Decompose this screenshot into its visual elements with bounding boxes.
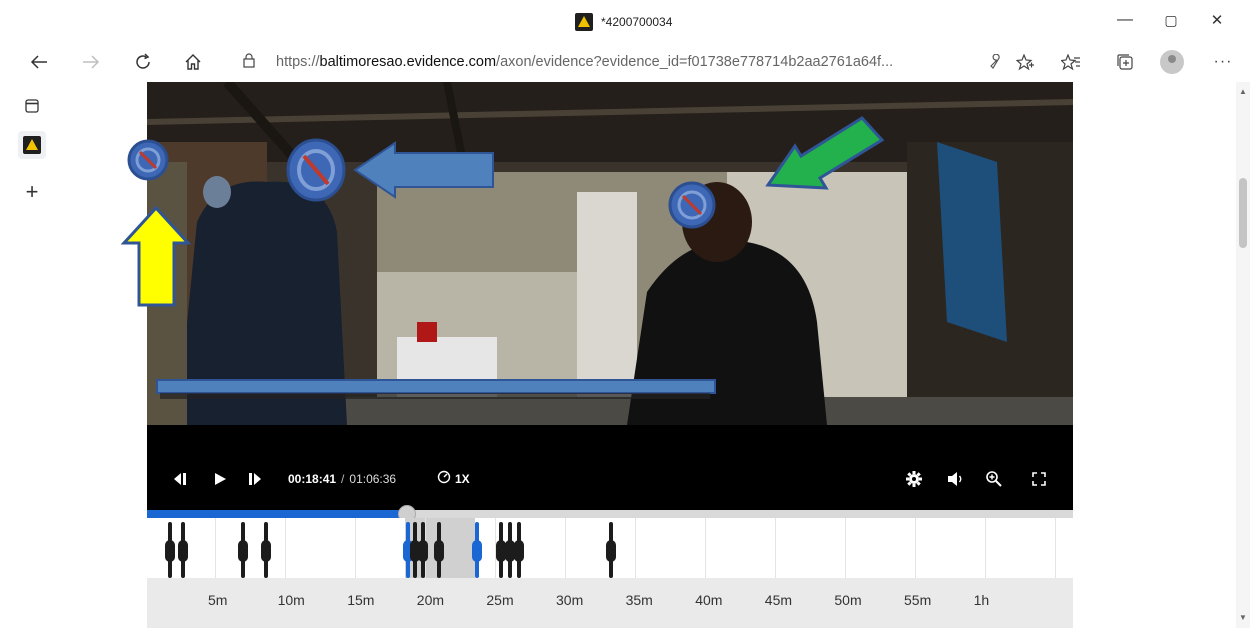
timeline-marker[interactable] xyxy=(505,522,515,578)
grid-line xyxy=(635,518,636,578)
tab-actions-icon[interactable] xyxy=(18,92,46,120)
grid-line xyxy=(985,518,986,578)
tick-label: 40m xyxy=(695,592,723,608)
volume-icon[interactable] xyxy=(947,468,965,490)
progress-bar[interactable] xyxy=(147,505,1073,523)
timeline-marker[interactable] xyxy=(165,522,175,578)
close-button[interactable]: ✕ xyxy=(1202,8,1232,32)
time-total: 01:06:36 xyxy=(349,472,397,486)
video-letterbox xyxy=(147,425,1073,450)
scroll-up-icon[interactable]: ▲ xyxy=(1239,88,1247,96)
previous-frame-icon[interactable] xyxy=(171,468,187,490)
time-current: 00:18:41 xyxy=(288,472,337,486)
timeline-markers[interactable] xyxy=(147,518,1073,578)
progress-fill xyxy=(147,510,408,518)
browser-window: *4200700034 — ▢ ✕ https://baltimoresao.e… xyxy=(0,0,1250,628)
page-info-icon[interactable] xyxy=(242,53,262,71)
url-bar[interactable]: https://baltimoresao.evidence.com/axon/e… xyxy=(232,47,1012,77)
play-icon[interactable] xyxy=(213,468,227,490)
scroll-thumb[interactable] xyxy=(1239,178,1247,248)
axon-warning-icon xyxy=(23,136,41,154)
next-frame-icon[interactable] xyxy=(248,468,264,490)
url-host: baltimoresao.evidence.com xyxy=(319,54,497,70)
timeline-marker[interactable] xyxy=(496,522,506,578)
grid-line xyxy=(215,518,216,578)
vertical-tabs-sidebar: + xyxy=(0,82,64,628)
profile-icon[interactable] xyxy=(1160,50,1184,74)
title-group: *4200700034 xyxy=(575,12,672,32)
axon-warning-icon xyxy=(575,13,593,31)
speed-icon xyxy=(437,470,451,489)
scroll-down-icon[interactable]: ▼ xyxy=(1239,614,1247,622)
axon-tab-icon[interactable] xyxy=(18,131,46,159)
timeline-marker-selected[interactable] xyxy=(472,522,482,578)
title-bar: *4200700034 — ▢ ✕ xyxy=(0,0,1250,42)
tick-label: 10m xyxy=(277,592,305,608)
grid-line xyxy=(565,518,566,578)
tick-label: 30m xyxy=(556,592,584,608)
tick-label: 55m xyxy=(904,592,932,608)
address-bar-row: https://baltimoresao.evidence.com/axon/e… xyxy=(0,42,1250,82)
url-scheme: https:// xyxy=(276,54,320,70)
video-frame[interactable] xyxy=(147,82,1073,425)
grid-line xyxy=(705,518,706,578)
tick-label: 1h xyxy=(973,592,990,608)
time-display: 00:18:41 / 01:06:36 xyxy=(288,468,396,490)
timeline-marker[interactable] xyxy=(410,522,420,578)
maximize-button[interactable]: ▢ xyxy=(1156,8,1186,32)
grid-line xyxy=(285,518,286,578)
grid-line xyxy=(355,518,356,578)
collections-icon[interactable] xyxy=(1112,50,1138,74)
tick-label: 35m xyxy=(625,592,653,608)
minimize-button[interactable]: — xyxy=(1110,8,1140,32)
grid-line xyxy=(845,518,846,578)
favorite-add-icon[interactable] xyxy=(1012,50,1038,74)
timeline-marker[interactable] xyxy=(434,522,444,578)
timeline-marker[interactable] xyxy=(606,522,616,578)
tick-label: 20m xyxy=(416,592,445,608)
speed-label: 1X xyxy=(455,472,470,486)
forward-icon[interactable] xyxy=(76,48,106,76)
read-aloud-icon[interactable] xyxy=(982,50,1008,74)
grid-line xyxy=(915,518,916,578)
player-controls: 00:18:41 / 01:06:36 1X xyxy=(147,450,1073,510)
tick-label: 15m xyxy=(347,592,375,608)
timeline-marker[interactable] xyxy=(514,522,524,578)
new-tab-icon[interactable]: + xyxy=(18,178,46,206)
more-icon[interactable]: ··· xyxy=(1210,50,1236,74)
vertical-scrollbar[interactable]: ▲ ▼ xyxy=(1236,82,1250,628)
refresh-icon[interactable] xyxy=(128,48,158,76)
tick-label: 50m xyxy=(834,592,862,608)
zoom-in-icon[interactable] xyxy=(985,468,1003,490)
window-title: *4200700034 xyxy=(601,15,673,29)
grid-line xyxy=(1055,518,1056,578)
timeline-marker[interactable] xyxy=(418,522,428,578)
grid-line xyxy=(775,518,776,578)
url-path: /axon/evidence?evidence_id=f01738e778714… xyxy=(496,54,894,70)
favorites-icon[interactable] xyxy=(1058,50,1084,74)
timeline-marker[interactable] xyxy=(238,522,248,578)
video-scene xyxy=(147,82,1073,425)
time-separator: / xyxy=(341,472,345,486)
url-text[interactable]: https://baltimoresao.evidence.com/axon/e… xyxy=(276,54,956,70)
tick-label: 25m xyxy=(486,592,514,608)
timeline-marker[interactable] xyxy=(178,522,188,578)
tick-label: 5m xyxy=(208,592,228,608)
timeline-marker[interactable] xyxy=(261,522,271,578)
fullscreen-icon[interactable] xyxy=(1032,468,1046,490)
home-icon[interactable] xyxy=(178,48,208,76)
settings-icon[interactable] xyxy=(905,468,923,490)
back-icon[interactable] xyxy=(24,48,54,76)
timeline-ruler: 5m 10m 15m 20m 25m 30m 35m 40m 45m 50m 55m 1h xyxy=(147,578,1073,628)
tick-label: 45m xyxy=(764,592,793,608)
speed-control[interactable]: 1X xyxy=(437,468,470,490)
